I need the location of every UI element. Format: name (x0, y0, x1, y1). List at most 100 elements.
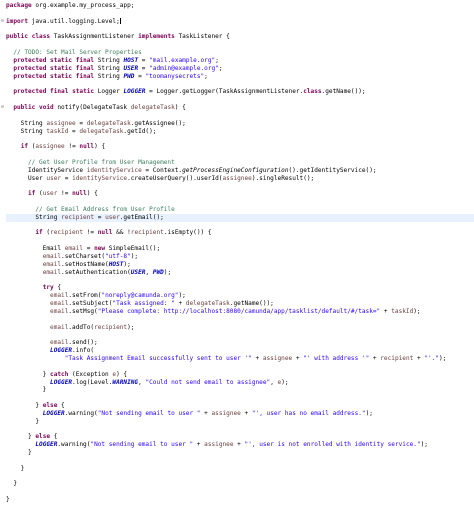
code-token: } (6, 402, 43, 410)
code-line[interactable]: public class TaskAssignmentListener impl… (6, 33, 474, 41)
code-line[interactable] (6, 316, 474, 324)
code-token: .setCharset( (61, 253, 106, 260)
code-line[interactable]: email.send(); (6, 339, 474, 347)
code-line[interactable] (6, 488, 474, 496)
code-line[interactable]: } (6, 418, 474, 426)
code-token: + (174, 300, 186, 308)
code-line[interactable]: email.setMsg("Please complete: http://lo… (6, 308, 474, 316)
code-token: class (303, 88, 322, 96)
code-line[interactable]: ⊖ public void notify(DelegateTask delega… (1, 104, 474, 112)
code-line[interactable]: package org.example.my_process_app; (6, 2, 474, 10)
code-line[interactable] (6, 237, 474, 245)
code-line[interactable]: } else { (6, 433, 474, 441)
code-token: static (50, 64, 73, 72)
code-line[interactable] (6, 10, 474, 18)
code-line[interactable]: email.setSubject("Task assigned: " + del… (6, 300, 474, 308)
code-line[interactable]: } (6, 465, 474, 473)
code-line[interactable] (6, 41, 474, 49)
code-line[interactable]: ⊖ import java.util.logging.Level; (1, 17, 474, 26)
code-line[interactable]: String assignee = delegateTask.getAssign… (6, 120, 474, 128)
code-token: "Task Assignment Email successfully sent… (64, 354, 252, 362)
code-line[interactable]: LOGGER.log(Level.WARNING, "Could not sen… (6, 379, 474, 387)
code-editor[interactable]: package org.example.my_process_app; ⊖ impo… (0, 0, 474, 524)
code-line[interactable]: IdentityService identityService = Contex… (6, 167, 474, 175)
code-line[interactable]: } else { (6, 402, 474, 410)
code-line[interactable]: email.setHostName(HOST); (6, 261, 474, 269)
code-token: identityService (86, 166, 142, 174)
code-line[interactable]: // Get User Profile from User Management (6, 159, 474, 167)
code-line[interactable]: LOGGER.warning("Not sending email to use… (6, 441, 474, 449)
code-token: .getId(); (123, 127, 157, 135)
code-lines[interactable]: package org.example.my_process_app; ⊖ impo… (1, 2, 474, 504)
code-token: org.example.my_process_app; (31, 2, 135, 9)
code-token: ); (413, 307, 421, 315)
code-line[interactable] (6, 135, 474, 143)
fold-collapse-icon[interactable]: ⊖ (1, 104, 4, 110)
code-line[interactable]: } (6, 496, 474, 504)
code-line[interactable]: } (6, 480, 474, 488)
code-line[interactable]: String recipient = user.getEmail(); (6, 213, 474, 222)
code-line[interactable] (6, 426, 474, 434)
code-line[interactable]: protected final static Logger LOGGER = L… (6, 88, 474, 96)
code-token: ( (42, 229, 51, 237)
code-line[interactable]: // TODO: Set Mail Server Properties (6, 49, 474, 57)
code-line[interactable]: if (assignee != null) { (6, 143, 474, 151)
code-token: final (75, 72, 95, 80)
code-token: + (292, 354, 304, 362)
code-line[interactable] (6, 198, 474, 206)
code-token: = (134, 72, 146, 80)
code-line[interactable]: String taskId = delegateTask.getId(); (6, 128, 474, 136)
code-line[interactable]: email.setFrom("noreply@camunda.org"); (6, 292, 474, 300)
code-line[interactable] (6, 331, 474, 339)
code-line[interactable]: protected static final String HOST = "ma… (6, 57, 474, 65)
code-line[interactable]: email.addTo(recipient); (6, 324, 474, 332)
code-token: TaskAssignmentListener (50, 33, 139, 41)
code-token: } (6, 449, 32, 457)
code-line[interactable]: // Get Email Address from User Profile (6, 206, 474, 214)
code-line[interactable]: } (6, 449, 474, 457)
code-line[interactable]: Email email = new SimpleEmail(); (6, 245, 474, 253)
code-token: static (72, 88, 95, 96)
code-line[interactable]: LOGGER.warning("Not sending email to use… (6, 410, 474, 418)
code-line[interactable]: protected static final String USER = "ad… (6, 65, 474, 73)
code-token: "noreply@camunda.org" (101, 292, 179, 300)
code-token: assignee (262, 354, 293, 362)
code-line[interactable] (6, 151, 474, 159)
code-line[interactable]: if (recipient != null && !recipient.isEm… (6, 229, 474, 237)
code-line[interactable]: email.setAuthentication(USER, PWD); (6, 269, 474, 277)
code-token: && ! (112, 229, 131, 237)
code-line[interactable]: LOGGER.info( (6, 347, 474, 355)
code-line[interactable]: User user = identityService.createUserQu… (6, 175, 474, 183)
code-line[interactable]: email.setCharset("utf-8"); (6, 253, 474, 261)
code-line[interactable] (6, 112, 474, 120)
code-token: .setAuthentication( (61, 268, 131, 276)
code-line[interactable] (6, 457, 474, 465)
code-token: ; (218, 64, 223, 72)
code-line[interactable]: "Task Assignment Email successfully sent… (6, 355, 474, 363)
code-token: ); (281, 378, 289, 386)
code-line[interactable]: if (user != null) { (6, 190, 474, 198)
code-token: .isEmpty()) { (163, 229, 212, 237)
code-token: protected (13, 56, 47, 64)
code-line[interactable] (6, 394, 474, 402)
code-line[interactable]: try { (6, 284, 474, 292)
code-line[interactable]: } catch (Exception e) { (6, 371, 474, 379)
code-line[interactable] (6, 96, 474, 104)
code-line[interactable] (6, 363, 474, 371)
code-line[interactable]: protected static final String PWD = "too… (6, 73, 474, 81)
code-token: IdentityService (6, 166, 87, 174)
code-line[interactable] (6, 277, 474, 285)
code-token: null (79, 143, 95, 151)
code-line[interactable] (6, 473, 474, 481)
fold-collapse-icon[interactable]: ⊖ (1, 18, 4, 24)
code-token: = (75, 119, 87, 127)
code-line[interactable]: } (6, 386, 474, 394)
code-token: USER (130, 268, 146, 276)
code-token: Logger (94, 88, 124, 96)
code-token: User (6, 174, 47, 182)
code-token: email (50, 300, 69, 308)
